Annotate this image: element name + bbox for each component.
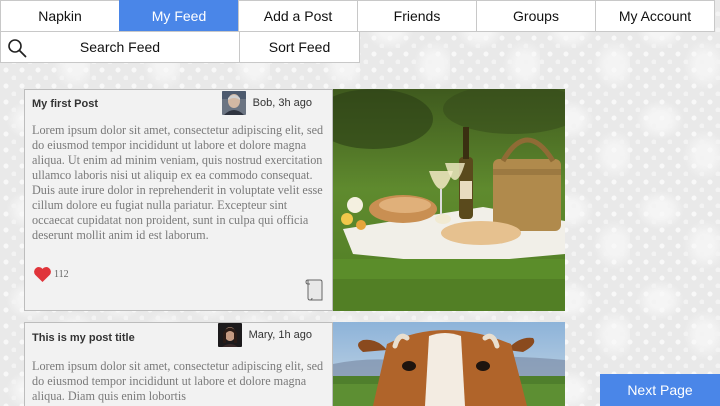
nav-friends[interactable]: Friends <box>357 0 477 32</box>
post-body: Lorem ipsum dolor sit amet, consectetur … <box>32 123 324 242</box>
search-feed-button[interactable]: Search Feed <box>0 31 240 63</box>
search-icon <box>8 39 27 58</box>
nav-napkin[interactable]: Napkin <box>0 0 120 32</box>
search-feed-label: Search Feed <box>79 39 161 55</box>
post-title: This is my post title <box>32 332 135 344</box>
picnic-photo <box>333 89 565 311</box>
post-author-label: Mary, 1h ago <box>248 329 312 341</box>
post-text-panel: This is my post title Mary, 1h ago Lorem… <box>24 322 333 406</box>
sort-feed-button[interactable]: Sort Feed <box>239 31 360 63</box>
nav-groups[interactable]: Groups <box>476 0 596 32</box>
cow-photo <box>333 322 565 406</box>
nav-my-account[interactable]: My Account <box>595 0 715 32</box>
nav-my-feed[interactable]: My Feed <box>119 0 239 32</box>
post-body: Lorem ipsum dolor sit amet, consectetur … <box>32 359 324 403</box>
heart-icon <box>34 267 51 283</box>
avatar[interactable] <box>221 91 246 115</box>
feed-toolbar: Search Feed Sort Feed <box>0 31 360 63</box>
post-text-panel: My first Post Bob, 3h ago Lorem ipsum do… <box>24 89 333 311</box>
post-author-label: Bob, 3h ago <box>252 97 312 109</box>
post-card: This is my post title Mary, 1h ago Lorem… <box>24 322 565 406</box>
like-count: 112 <box>54 269 69 280</box>
top-nav: Napkin My Feed Add a Post Friends Groups… <box>0 0 720 32</box>
next-page-button[interactable]: Next Page <box>600 374 720 406</box>
like-button[interactable]: 112 <box>33 266 69 283</box>
post-title: My first Post <box>32 98 99 110</box>
post-author[interactable]: Mary, 1h ago <box>217 323 312 347</box>
scroll-icon[interactable] <box>304 278 324 302</box>
post-card: My first Post Bob, 3h ago Lorem ipsum do… <box>24 89 565 311</box>
avatar[interactable] <box>217 323 242 347</box>
post-author[interactable]: Bob, 3h ago <box>221 91 312 115</box>
nav-add-post[interactable]: Add a Post <box>238 0 358 32</box>
